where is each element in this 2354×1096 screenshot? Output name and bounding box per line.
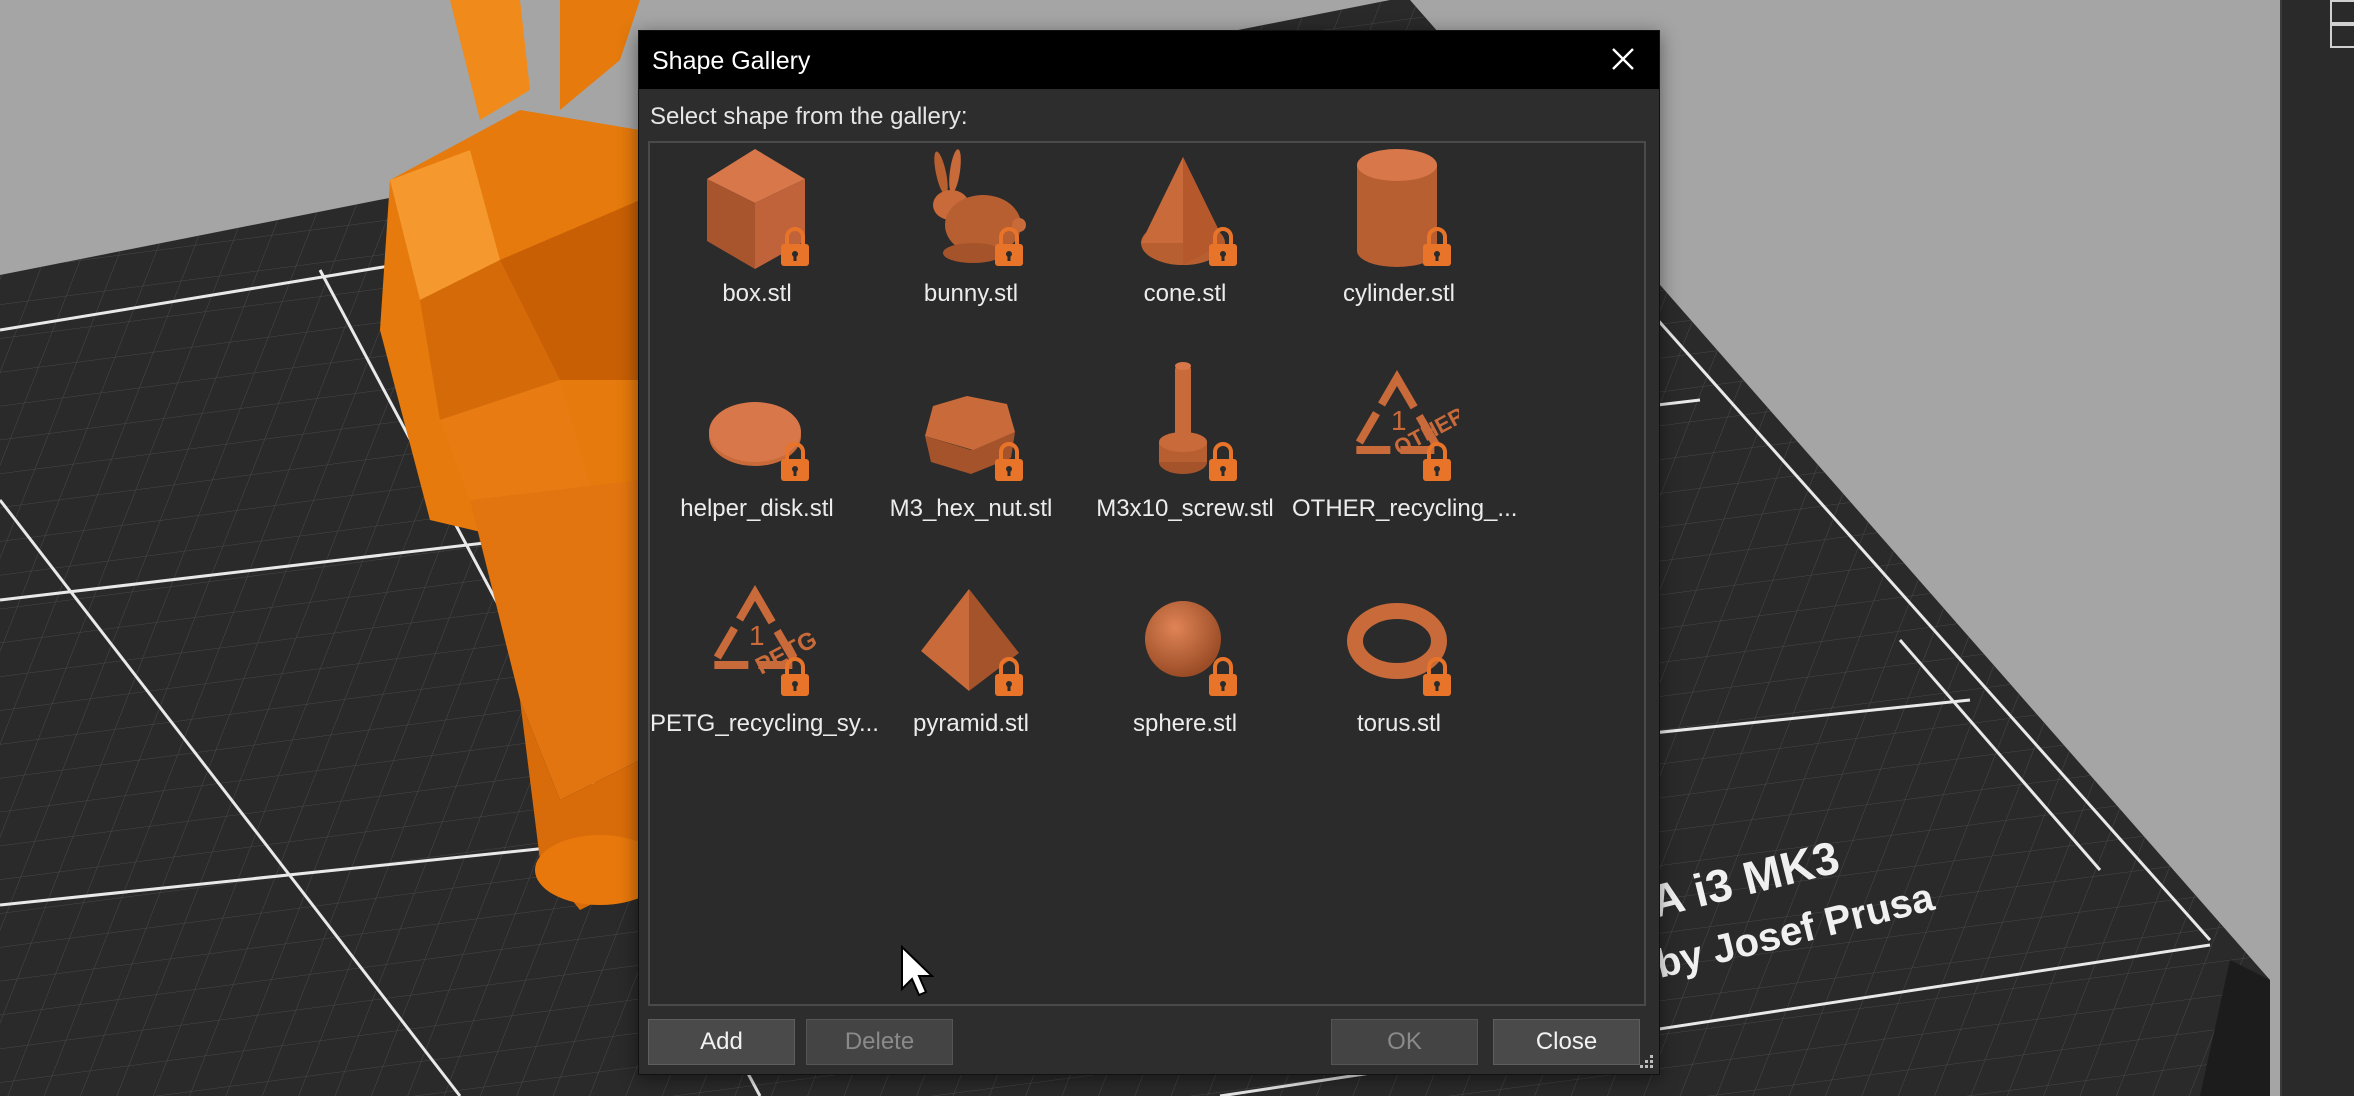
shape-item-cone[interactable]: cone.stl bbox=[1078, 143, 1292, 313]
shape-item-screw[interactable]: M3x10_screw.stl bbox=[1078, 358, 1292, 528]
sidebar-checkbox-icon[interactable] bbox=[2330, 24, 2354, 48]
resize-grip-icon[interactable] bbox=[1635, 1050, 1655, 1070]
lock-icon bbox=[1209, 227, 1237, 266]
lock-icon bbox=[995, 227, 1023, 266]
shape-name: M3x10_screw.stl bbox=[1096, 495, 1274, 522]
lock-icon bbox=[1423, 442, 1451, 481]
lock-icon bbox=[995, 657, 1023, 696]
shape-item-bunny[interactable]: bunny.stl bbox=[864, 143, 1078, 313]
right-sidebar bbox=[2280, 0, 2354, 1096]
close-icon[interactable] bbox=[1607, 43, 1639, 75]
delete-button[interactable]: Delete bbox=[806, 1019, 953, 1065]
lock-icon bbox=[1423, 657, 1451, 696]
dialog-titlebar[interactable]: Shape Gallery bbox=[639, 31, 1659, 89]
shape-item-helper-disk[interactable]: helper_disk.stl bbox=[650, 358, 864, 528]
shape-item-cylinder[interactable]: cylinder.stl bbox=[1292, 143, 1506, 313]
lock-icon bbox=[781, 227, 809, 266]
gallery-prompt: Select shape from the gallery: bbox=[650, 103, 968, 130]
shape-item-hex-nut[interactable]: M3_hex_nut.stl bbox=[864, 358, 1078, 528]
lock-icon bbox=[995, 442, 1023, 481]
shape-name: cone.stl bbox=[1143, 280, 1227, 307]
lock-icon bbox=[781, 442, 809, 481]
shape-gallery-dialog: Shape Gallery Select shape from the gall… bbox=[638, 30, 1660, 1075]
shape-name: M3_hex_nut.stl bbox=[889, 495, 1053, 522]
shape-item-box[interactable]: box.stl bbox=[650, 143, 864, 313]
mouse-cursor-icon bbox=[901, 945, 934, 997]
shape-item-sphere[interactable]: sphere.stl bbox=[1078, 573, 1292, 743]
ok-button[interactable]: OK bbox=[1331, 1019, 1478, 1065]
shape-name: pyramid.stl bbox=[912, 710, 1030, 737]
shape-item-petg-recycling[interactable]: 1 PETG PETG_recycling_sy... bbox=[650, 573, 879, 743]
sidebar-checkbox-icon[interactable] bbox=[2330, 0, 2354, 24]
close-button[interactable]: Close bbox=[1493, 1019, 1640, 1065]
lock-icon bbox=[1423, 227, 1451, 266]
shape-name: bunny.stl bbox=[923, 280, 1019, 307]
shape-item-pyramid[interactable]: pyramid.stl bbox=[864, 573, 1078, 743]
shape-item-torus[interactable]: torus.stl bbox=[1292, 573, 1506, 743]
shape-name: torus.stl bbox=[1356, 710, 1442, 737]
lock-icon bbox=[1209, 657, 1237, 696]
shape-name: helper_disk.stl bbox=[680, 495, 834, 522]
shape-name: cylinder.stl bbox=[1342, 280, 1456, 307]
shape-name: OTHER_recycling_... bbox=[1292, 495, 1518, 522]
dialog-title: Shape Gallery bbox=[652, 47, 811, 75]
lock-icon bbox=[1209, 442, 1237, 481]
shape-list[interactable]: box.stl bunny.stl cone.stl cylinder.stl … bbox=[648, 141, 1646, 1006]
shape-name: PETG_recycling_sy... bbox=[650, 710, 879, 737]
shape-name: box.stl bbox=[722, 280, 792, 307]
lock-icon bbox=[781, 657, 809, 696]
add-button[interactable]: Add bbox=[648, 1019, 795, 1065]
shape-name: sphere.stl bbox=[1132, 710, 1238, 737]
shape-item-other-recycling[interactable]: 1 OTHER OTHER_recycling_... bbox=[1292, 358, 1518, 528]
svg-text:1: 1 bbox=[749, 620, 765, 651]
